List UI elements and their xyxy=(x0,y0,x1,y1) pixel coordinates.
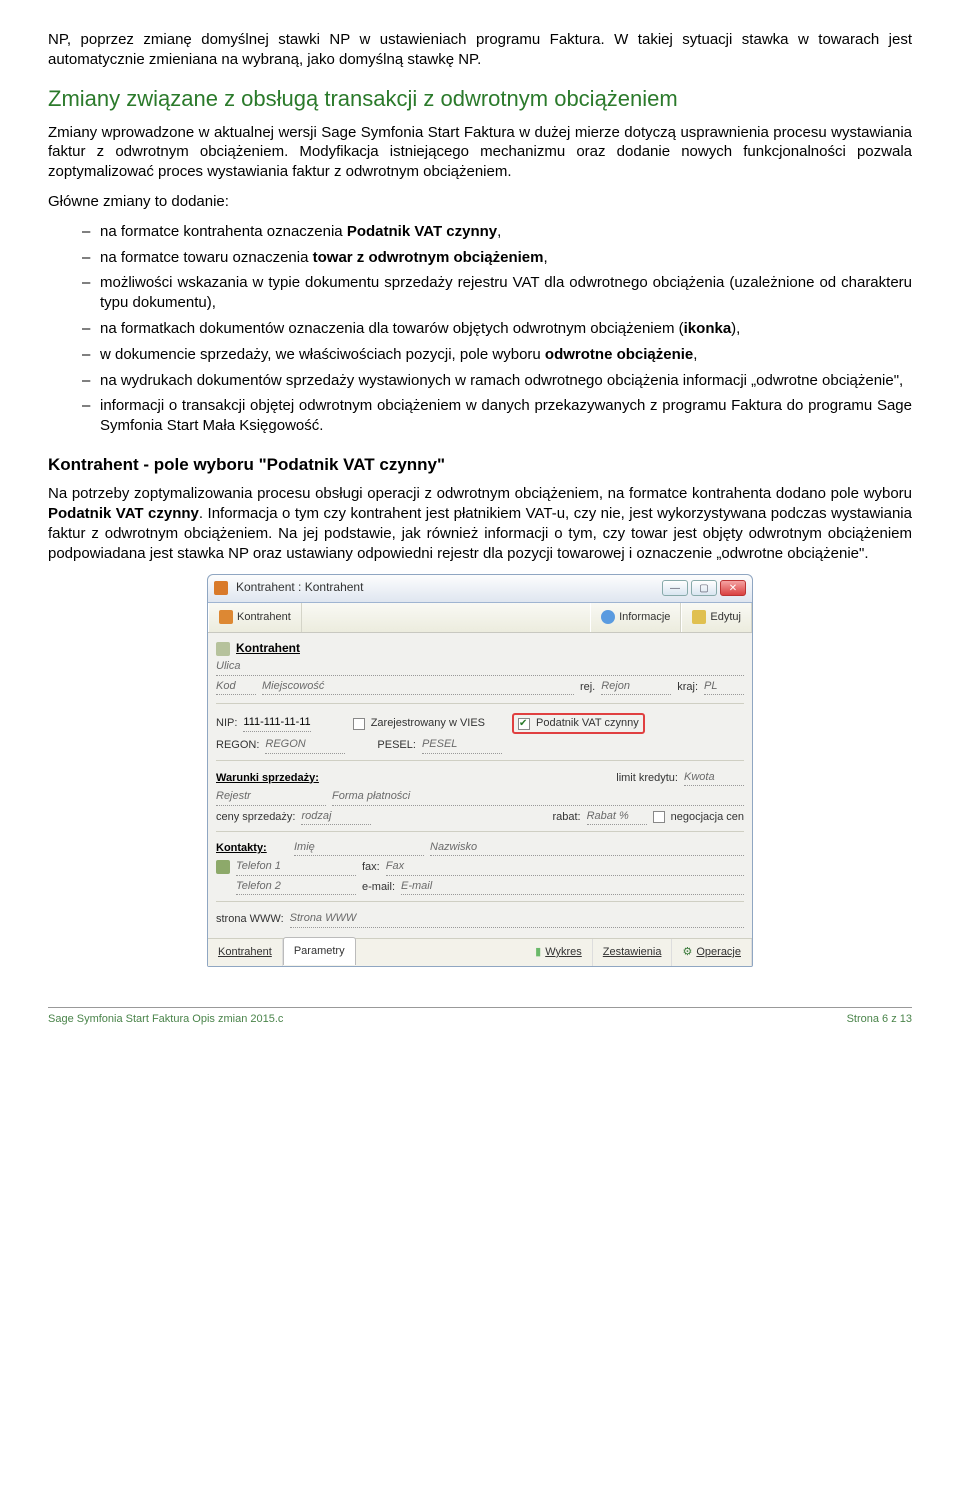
fax-field[interactable]: Fax xyxy=(386,859,744,876)
toolbar-edytuj[interactable]: Edytuj xyxy=(681,603,752,632)
list-item: informacji o transakcji objętej odwrotny… xyxy=(82,396,912,436)
tab-wykres[interactable]: ▮Wykres xyxy=(525,939,593,966)
rejon-field[interactable]: Rejon xyxy=(601,679,671,696)
tab-parametry[interactable]: Parametry xyxy=(283,937,356,965)
list-item: możliwości wskazania w typie dokumentu s… xyxy=(82,273,912,313)
nazwisko-field[interactable]: Nazwisko xyxy=(430,840,744,857)
tab-kontrahent[interactable]: Kontrahent xyxy=(208,939,283,966)
phone-icon xyxy=(216,860,230,874)
fax-label: fax: xyxy=(362,860,380,875)
paragraph-changes-1: Zmiany wprowadzone w aktualnej wersji Sa… xyxy=(48,123,912,182)
maximize-button[interactable]: ▢ xyxy=(691,580,717,596)
regon-field[interactable]: REGON xyxy=(265,737,345,754)
warunki-heading: Warunki sprzedaży: xyxy=(216,771,319,786)
email-label: e-mail: xyxy=(362,880,395,895)
vat-czynny-label: Podatnik VAT czynny xyxy=(536,716,639,731)
app-icon xyxy=(214,581,228,595)
rabat-label: rabat: xyxy=(552,810,580,825)
www-field[interactable]: Strona WWW xyxy=(290,911,744,928)
tel2-field[interactable]: Telefon 2 xyxy=(236,879,356,896)
page-footer: Sage Symfonia Start Faktura Opis zmian 2… xyxy=(48,1007,912,1027)
paragraph-changes-2: Główne zmiany to dodanie: xyxy=(48,192,912,212)
pesel-label: PESEL: xyxy=(377,738,416,753)
footer-right: Strona 6 z 13 xyxy=(847,1012,912,1027)
ulica-field[interactable]: Ulica xyxy=(216,659,744,676)
ceny-label: ceny sprzedaży: xyxy=(216,810,295,825)
window-titlebar: Kontrahent : Kontrahent — ▢ ✕ xyxy=(208,575,752,603)
www-label: strona WWW: xyxy=(216,912,284,927)
toolbar-informacje[interactable]: Informacje xyxy=(590,603,681,632)
changes-list: na formatce kontrahenta oznaczenia Podat… xyxy=(48,222,912,436)
toolbar-kontrahent[interactable]: Kontrahent xyxy=(208,603,302,632)
limit-label: limit kredytu: xyxy=(616,771,678,786)
kod-field[interactable]: Kod xyxy=(216,679,256,696)
rabat-field[interactable]: Rabat % xyxy=(587,809,647,826)
paragraph-intro: NP, poprzez zmianę domyślnej stawki NP w… xyxy=(48,30,912,70)
negocjacja-label: negocjacja cen xyxy=(671,810,744,825)
window-title: Kontrahent : Kontrahent xyxy=(236,580,662,596)
paragraph-kontrahent: Na potrzeby zoptymalizowania procesu obs… xyxy=(48,484,912,563)
negocjacja-checkbox[interactable] xyxy=(653,811,665,823)
heading-changes: Zmiany związane z obsługą transakcji z o… xyxy=(48,84,912,113)
kontrahent-window: Kontrahent : Kontrahent — ▢ ✕ Kontrahent… xyxy=(207,574,753,967)
vies-checkbox[interactable] xyxy=(353,718,365,730)
regon-label: REGON: xyxy=(216,738,259,753)
kraj-field[interactable]: PL xyxy=(704,679,744,696)
heading-kontrahent: Kontrahent - pole wyboru "Podatnik VAT c… xyxy=(48,454,912,476)
list-item: w dokumencie sprzedaży, we właściwościac… xyxy=(82,345,912,365)
vat-czynny-highlight: Podatnik VAT czynny xyxy=(512,713,645,734)
info-icon xyxy=(601,610,615,624)
tab-zestawienia[interactable]: Zestawienia xyxy=(593,939,673,966)
toolbar-kontrahent-label: Kontrahent xyxy=(237,610,291,625)
list-item: na wydrukach dokumentów sprzedaży wystaw… xyxy=(82,371,912,391)
close-button[interactable]: ✕ xyxy=(720,580,746,596)
bottom-tabs: Kontrahent Parametry ▮Wykres Zestawienia… xyxy=(208,938,752,966)
miejscowosc-field[interactable]: Miejscowość xyxy=(262,679,574,696)
ceny-field[interactable]: rodzaj xyxy=(301,809,371,826)
person-icon xyxy=(219,610,233,624)
nip-field[interactable]: 111-111-11-11 xyxy=(243,715,310,732)
toolbar-informacje-label: Informacje xyxy=(619,610,670,625)
list-item: na formatkach dokumentów oznaczenia dla … xyxy=(82,319,912,339)
pesel-field[interactable]: PESEL xyxy=(422,737,502,754)
edit-icon xyxy=(692,610,706,624)
window-toolbar: Kontrahent Informacje Edytuj xyxy=(208,603,752,633)
kontakty-heading: Kontakty: xyxy=(216,841,267,856)
imie-field[interactable]: Imię xyxy=(294,840,424,857)
vies-label: Zarejestrowany w VIES xyxy=(371,716,485,731)
nip-label: NIP: xyxy=(216,716,237,731)
toolbar-edytuj-label: Edytuj xyxy=(710,610,741,625)
limit-field[interactable]: Kwota xyxy=(684,770,744,787)
kraj-label: kraj: xyxy=(677,680,698,695)
forma-field[interactable]: Forma płatności xyxy=(332,789,744,806)
footer-left: Sage Symfonia Start Faktura Opis zmian 2… xyxy=(48,1012,283,1027)
email-field[interactable]: E-mail xyxy=(401,879,744,896)
kontrahent-name: Kontrahent xyxy=(236,641,300,657)
vat-czynny-checkbox[interactable] xyxy=(518,718,530,730)
rej-label: rej. xyxy=(580,680,595,695)
rejestr-field[interactable]: Rejestr xyxy=(216,789,326,806)
card-icon xyxy=(216,642,230,656)
tel1-field[interactable]: Telefon 1 xyxy=(236,859,356,876)
minimize-button[interactable]: — xyxy=(662,580,688,596)
list-item: na formatce kontrahenta oznaczenia Podat… xyxy=(82,222,912,242)
list-item: na formatce towaru oznaczenia towar z od… xyxy=(82,248,912,268)
tab-operacje[interactable]: ⚙Operacje xyxy=(672,939,752,966)
